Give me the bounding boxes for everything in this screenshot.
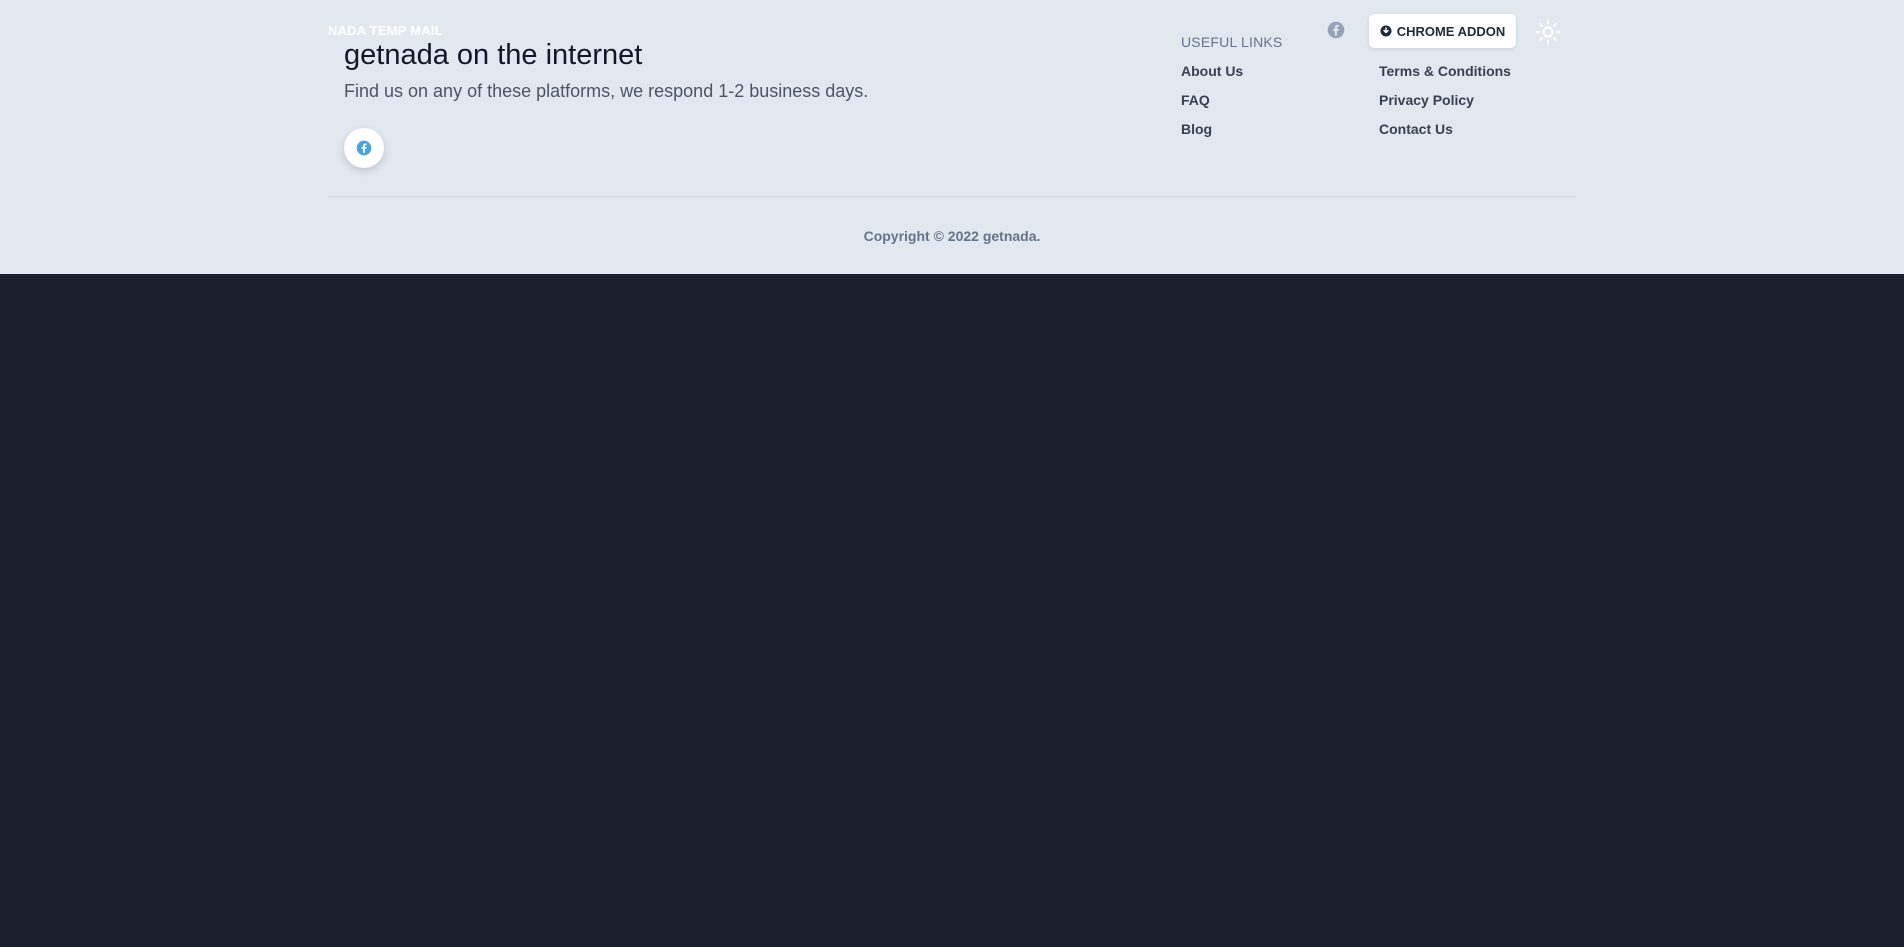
brand-logo: NADA TEMP MAIL [328, 23, 443, 38]
facebook-social-button[interactable] [344, 128, 384, 168]
blog-link[interactable]: Blog [1181, 121, 1212, 137]
page-title: getnada on the internet [344, 39, 643, 71]
contact-us-link[interactable]: Contact Us [1379, 121, 1453, 137]
theme-toggle[interactable] [1534, 18, 1562, 46]
copyright-text: Copyright © 2022 getnada. [863, 228, 1041, 244]
facebook-icon [1327, 21, 1345, 39]
chrome-addon-button[interactable]: CHROME ADDON [1369, 14, 1516, 48]
about-us-link[interactable]: About Us [1181, 63, 1243, 79]
sun-icon [1535, 19, 1561, 45]
header-facebook-link[interactable] [1327, 21, 1345, 39]
footer: NADA TEMP MAIL getnada on the internet F… [0, 0, 1904, 274]
footer-divider [328, 196, 1576, 197]
privacy-policy-link[interactable]: Privacy Policy [1379, 92, 1474, 108]
page-subtitle: Find us on any of these platforms, we re… [344, 81, 869, 101]
chrome-addon-label: CHROME ADDON [1396, 23, 1506, 39]
download-icon [1380, 25, 1392, 37]
facebook-icon [356, 140, 372, 156]
faq-link[interactable]: FAQ [1181, 92, 1210, 108]
useful-links-title: USEFUL LINKS [1181, 34, 1283, 50]
terms-and-conditions-link[interactable]: Terms & Conditions [1379, 63, 1511, 79]
